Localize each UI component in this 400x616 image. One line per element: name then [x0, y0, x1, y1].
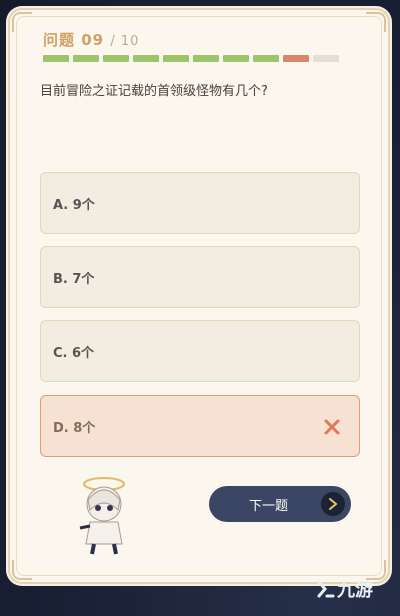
question-text: 目前冒险之证记载的首领级怪物有几个?	[40, 84, 268, 99]
option-label: A. 9个	[53, 197, 95, 213]
total-questions: / 10	[110, 34, 140, 49]
option-d[interactable]: D. 8个	[40, 395, 360, 457]
option-a[interactable]: A. 9个	[40, 172, 360, 234]
next-question-button[interactable]: 下一题	[209, 486, 351, 522]
question-label: 问题	[43, 31, 76, 49]
option-label: C. 6个	[53, 345, 95, 361]
corner-ornament	[12, 12, 32, 32]
option-c[interactable]: C. 6个	[40, 320, 360, 382]
corner-ornament	[12, 560, 32, 580]
wrong-x-icon	[324, 419, 340, 435]
progress-segment-correct	[133, 55, 159, 62]
corner-ornament	[366, 12, 386, 32]
paimon-mascot-icon	[79, 477, 125, 555]
progress-segment-wrong	[283, 55, 309, 62]
current-question-number: 09	[81, 31, 105, 49]
progress-segment-correct	[103, 55, 129, 62]
progress-bar	[43, 55, 339, 62]
watermark: 九游	[315, 576, 373, 602]
option-label: D. 8个	[53, 420, 96, 436]
jiuyou-logo-icon	[317, 580, 335, 598]
progress-segment-correct	[163, 55, 189, 62]
progress-segment-correct	[223, 55, 249, 62]
next-button-label: 下一题	[249, 498, 289, 514]
progress-segment-correct	[253, 55, 279, 62]
option-label: B. 7个	[53, 271, 95, 287]
question-counter: 问题 09 / 10	[43, 29, 139, 50]
progress-segment-correct	[73, 55, 99, 62]
option-b[interactable]: B. 7个	[40, 246, 360, 308]
watermark-text: 九游	[337, 580, 373, 601]
chevron-right-icon	[321, 492, 345, 516]
progress-segment-pending	[313, 55, 339, 62]
progress-segment-correct	[193, 55, 219, 62]
progress-segment-correct	[43, 55, 69, 62]
